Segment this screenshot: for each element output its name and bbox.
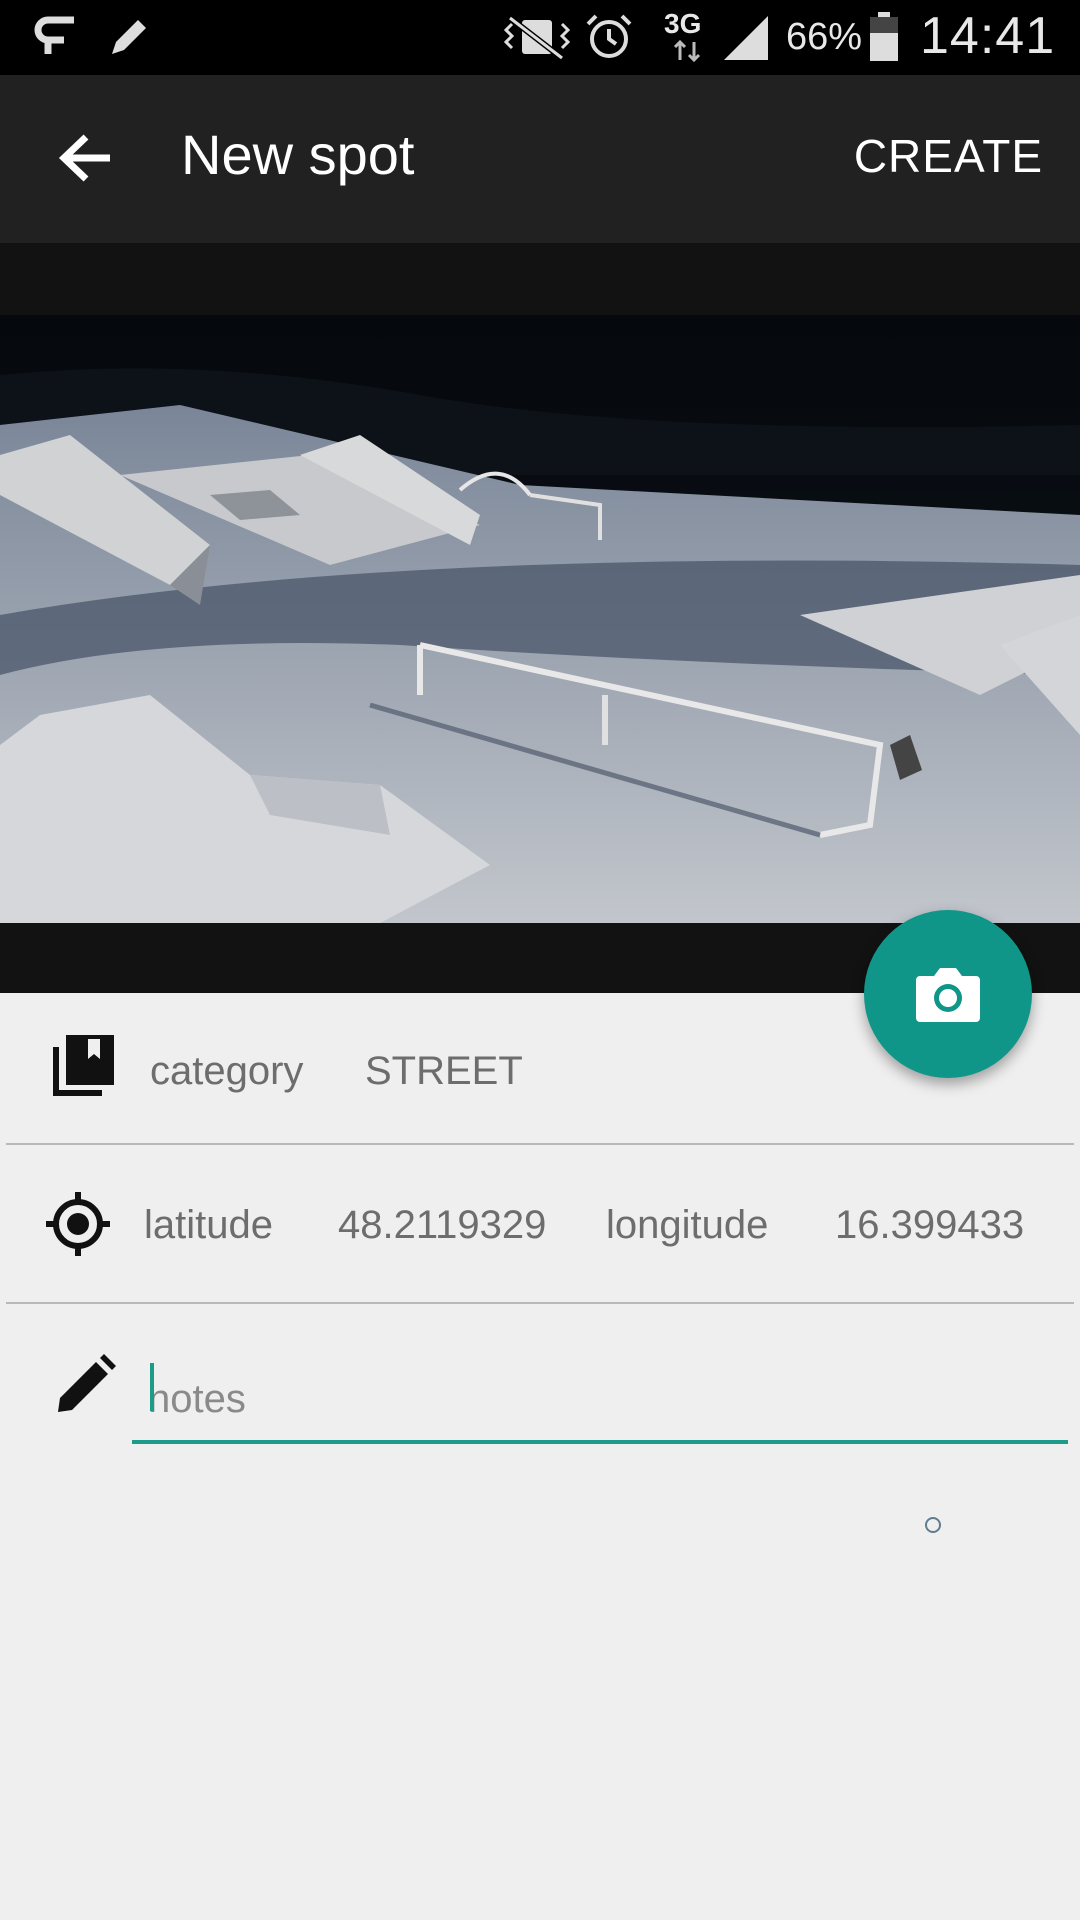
- network-type-label: 3G: [664, 8, 702, 39]
- latitude-label: latitude: [144, 1203, 273, 1247]
- battery-percent: 66%: [786, 16, 863, 58]
- create-button[interactable]: CREATE: [854, 129, 1043, 183]
- edit-pencil-icon: [54, 1354, 116, 1420]
- alarm-icon: [584, 12, 634, 66]
- notes-input[interactable]: [132, 1358, 1068, 1444]
- category-value: STREET: [365, 1049, 523, 1093]
- longitude-value: 16.399433: [835, 1203, 1025, 1247]
- category-row[interactable]: category STREET: [0, 993, 1080, 1153]
- gps-target-icon: [44, 1190, 112, 1262]
- app-bar: New spot CREATE: [0, 75, 1080, 243]
- category-label: category: [150, 1049, 304, 1093]
- clock-time: 14:41: [920, 7, 1056, 65]
- location-row[interactable]: latitude 48.2119329 longitude 16.399433: [0, 1145, 1080, 1305]
- battery-icon: [868, 12, 900, 66]
- data-arrows-icon: [672, 39, 702, 66]
- arrow-back-icon[interactable]: [52, 123, 122, 193]
- latitude-value: 48.2119329: [338, 1203, 547, 1247]
- collections-bookmark-icon: [52, 1033, 116, 1101]
- text-cursor: [150, 1363, 154, 1411]
- photo-container: [0, 243, 1080, 993]
- svg-text:WILL: WILL: [52, 28, 74, 38]
- longitude-label: longitude: [606, 1203, 769, 1247]
- signal-icon: [722, 14, 772, 66]
- page-title: New spot: [181, 123, 415, 186]
- vibrate-mute-icon: [500, 14, 574, 64]
- spot-photo: [0, 315, 1080, 923]
- touch-indicator-dot: [925, 1517, 941, 1533]
- status-bar: WILL 3G 66% 14:41: [0, 0, 1080, 75]
- pencil-notification-icon: [106, 14, 152, 64]
- will-app-icon: WILL: [34, 12, 84, 66]
- divider: [6, 1302, 1074, 1304]
